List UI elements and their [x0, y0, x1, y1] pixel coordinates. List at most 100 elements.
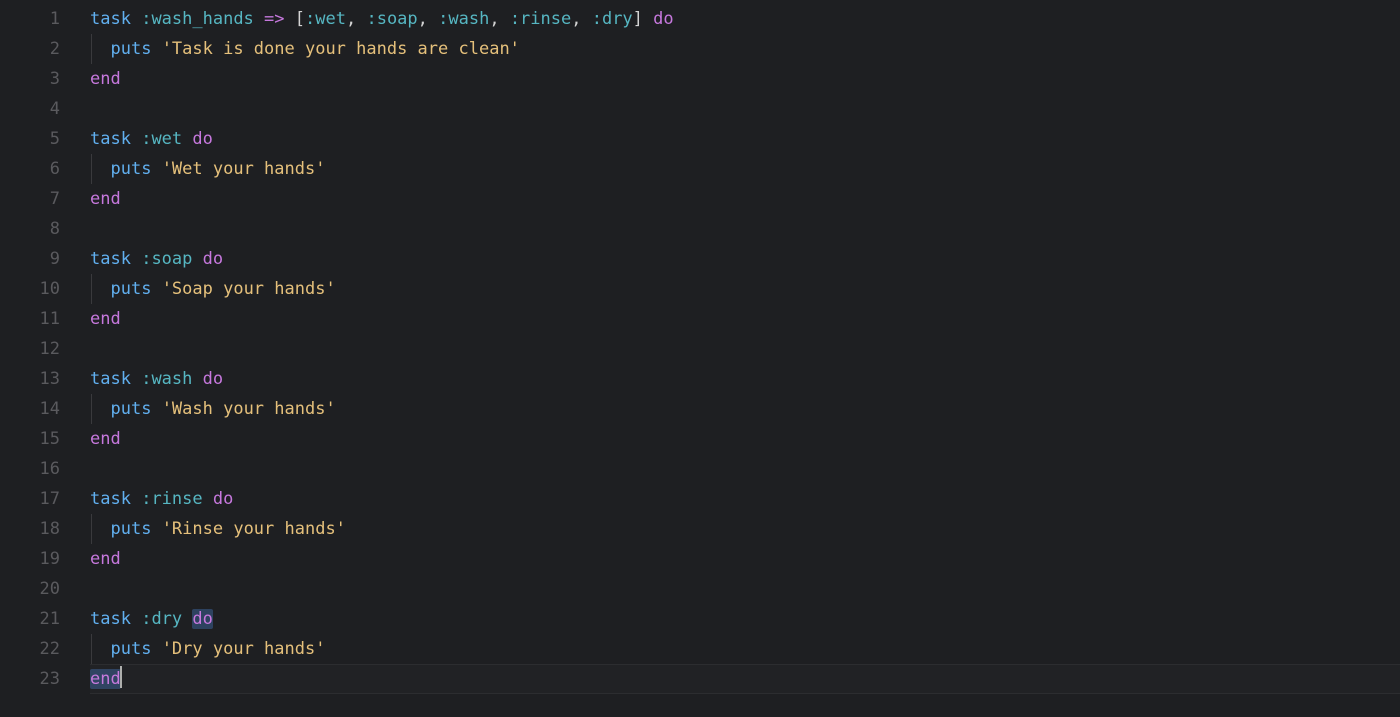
token-kw-end: end [90, 429, 121, 449]
token-kw-end: end [90, 69, 121, 89]
code-line[interactable]: task :dry do [90, 604, 1400, 634]
indent-guide [91, 514, 92, 544]
line-number: 15 [0, 424, 60, 454]
code-line[interactable]: puts 'Rinse your hands' [90, 514, 1400, 544]
line-number: 16 [0, 454, 60, 484]
token-plain [643, 9, 653, 29]
token-kw-task: task [90, 129, 131, 149]
token-kw-do: do [192, 609, 212, 629]
code-line[interactable]: puts 'Wash your hands' [90, 394, 1400, 424]
line-number: 18 [0, 514, 60, 544]
token-plain [131, 129, 141, 149]
text-cursor [120, 666, 122, 688]
code-line[interactable]: task :soap do [90, 244, 1400, 274]
line-number: 20 [0, 574, 60, 604]
indentation [90, 519, 110, 539]
token-plain [151, 519, 161, 539]
token-plain [131, 249, 141, 269]
code-line[interactable] [90, 334, 1400, 364]
token-str: 'Wet your hands' [162, 159, 326, 179]
token-kw-end: end [90, 669, 121, 689]
indent-guide [91, 634, 92, 664]
token-plain [285, 9, 295, 29]
token-kw-task: task [90, 369, 131, 389]
code-line[interactable]: puts 'Wet your hands' [90, 154, 1400, 184]
line-number: 4 [0, 94, 60, 124]
token-plain [254, 9, 264, 29]
code-line[interactable]: task :rinse do [90, 484, 1400, 514]
token-kw-do: do [203, 249, 223, 269]
token-plain: , [571, 9, 591, 29]
code-editor[interactable]: 1234567891011121314151617181920212223 ta… [0, 4, 1400, 717]
indentation [90, 639, 110, 659]
code-line[interactable] [90, 574, 1400, 604]
indentation [90, 159, 110, 179]
token-method: puts [110, 159, 151, 179]
line-number: 2 [0, 34, 60, 64]
token-sym: :soap [366, 9, 417, 29]
indentation [90, 399, 110, 419]
code-content-area[interactable]: task :wash_hands => [:wet, :soap, :wash,… [90, 4, 1400, 717]
line-number-gutter: 1234567891011121314151617181920212223 [0, 4, 90, 717]
token-str: 'Task is done your hands are clean' [162, 39, 520, 59]
code-line[interactable]: end [90, 304, 1400, 334]
current-line-highlight [90, 664, 1400, 694]
token-sym: :wash_hands [141, 9, 254, 29]
code-line[interactable]: task :wash_hands => [:wet, :soap, :wash,… [90, 4, 1400, 34]
code-line[interactable]: task :wet do [90, 124, 1400, 154]
code-line[interactable]: puts 'Dry your hands' [90, 634, 1400, 664]
token-bracket: ] [633, 9, 643, 29]
token-plain [151, 279, 161, 299]
token-kw-end: end [90, 309, 121, 329]
token-sym: :rinse [510, 9, 571, 29]
token-plain [131, 9, 141, 29]
token-plain: , [346, 9, 366, 29]
token-plain [131, 489, 141, 509]
token-sym: :dry [592, 9, 633, 29]
code-line[interactable]: puts 'Task is done your hands are clean' [90, 34, 1400, 64]
token-kw-do: do [213, 489, 233, 509]
token-method: puts [110, 519, 151, 539]
indentation [90, 279, 110, 299]
token-plain [203, 489, 213, 509]
token-kw-task: task [90, 249, 131, 269]
line-number: 5 [0, 124, 60, 154]
indent-guide [91, 34, 92, 64]
line-number: 6 [0, 154, 60, 184]
code-line[interactable] [90, 94, 1400, 124]
code-line[interactable] [90, 214, 1400, 244]
line-number: 23 [0, 664, 60, 694]
token-plain [192, 249, 202, 269]
token-kw-do: do [192, 129, 212, 149]
token-plain [192, 369, 202, 389]
token-kw-task: task [90, 9, 131, 29]
line-number: 19 [0, 544, 60, 574]
token-str: 'Soap your hands' [162, 279, 336, 299]
code-line[interactable]: end [90, 184, 1400, 214]
token-plain [151, 39, 161, 59]
line-number: 21 [0, 604, 60, 634]
token-plain [131, 609, 141, 629]
code-line[interactable]: puts 'Soap your hands' [90, 274, 1400, 304]
code-line[interactable]: end [90, 664, 1400, 694]
line-number: 14 [0, 394, 60, 424]
token-method: puts [110, 39, 151, 59]
token-sym: :wet [305, 9, 346, 29]
token-kw-end: end [90, 189, 121, 209]
code-line[interactable]: end [90, 424, 1400, 454]
line-number: 8 [0, 214, 60, 244]
line-number: 13 [0, 364, 60, 394]
token-plain [151, 639, 161, 659]
token-plain [151, 399, 161, 419]
token-str: 'Rinse your hands' [162, 519, 346, 539]
token-kw-task: task [90, 609, 131, 629]
code-line[interactable] [90, 454, 1400, 484]
token-kw-do: do [653, 9, 673, 29]
code-line[interactable]: task :wash do [90, 364, 1400, 394]
line-number: 22 [0, 634, 60, 664]
code-line[interactable]: end [90, 64, 1400, 94]
line-number: 12 [0, 334, 60, 364]
token-plain: , [418, 9, 438, 29]
indent-guide [91, 394, 92, 424]
code-line[interactable]: end [90, 544, 1400, 574]
